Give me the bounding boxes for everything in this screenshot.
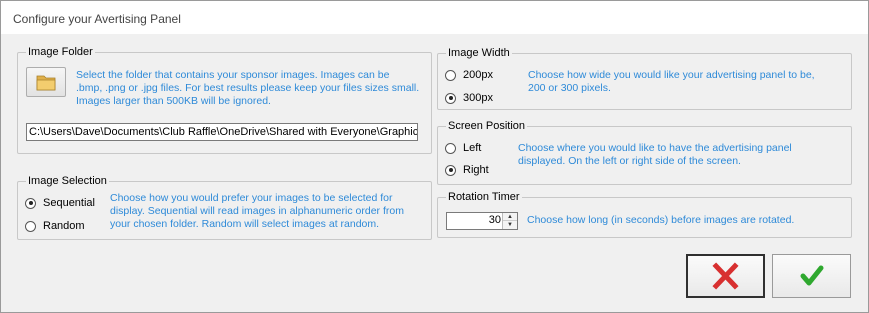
folder-icon bbox=[36, 75, 56, 91]
radio-indicator bbox=[445, 69, 456, 81]
cancel-button[interactable] bbox=[686, 254, 765, 298]
radio-label: Sequential bbox=[43, 197, 95, 209]
browse-folder-button[interactable] bbox=[26, 67, 66, 97]
image-width-group: Image Width 200px 300px Choose how wide … bbox=[437, 47, 852, 110]
radio-label: Left bbox=[463, 142, 482, 154]
window-title: Configure your Avertising Panel bbox=[13, 12, 181, 26]
radio-indicator bbox=[445, 164, 456, 176]
confirm-button[interactable] bbox=[772, 254, 851, 298]
image-folder-description: Select the folder that contains your spo… bbox=[76, 69, 426, 108]
radio-label: 200px bbox=[463, 69, 493, 81]
spinner-arrows: ▲ ▼ bbox=[502, 213, 517, 229]
image-folder-desc-line: Select the folder that contains your spo… bbox=[76, 69, 390, 81]
configure-panel-dialog: Configure your Avertising Panel Image Fo… bbox=[0, 0, 869, 313]
radio-label: Random bbox=[43, 220, 85, 232]
radio-300px[interactable]: 300px bbox=[445, 90, 493, 106]
radio-indicator bbox=[445, 92, 456, 104]
radio-sequential[interactable]: Sequential bbox=[25, 195, 95, 211]
rotation-timer-spinner[interactable]: 30 ▲ ▼ bbox=[446, 212, 518, 230]
image-selection-legend: Image Selection bbox=[26, 175, 109, 188]
screen-position-description: Choose where you would like to have the … bbox=[518, 142, 846, 168]
spin-up-icon[interactable]: ▲ bbox=[503, 213, 517, 221]
image-width-description: Choose how wide you would like your adve… bbox=[528, 69, 846, 95]
image-width-desc-line: 200 or 300 pixels. bbox=[528, 82, 611, 94]
image-selection-desc-line: your chosen folder. Random will select i… bbox=[110, 218, 380, 230]
radio-label: 300px bbox=[463, 92, 493, 104]
radio-indicator bbox=[25, 220, 36, 232]
rotation-timer-value[interactable]: 30 bbox=[489, 214, 501, 226]
image-width-legend: Image Width bbox=[446, 47, 512, 60]
rotation-timer-legend: Rotation Timer bbox=[446, 191, 522, 204]
screen-position-legend: Screen Position bbox=[446, 120, 528, 133]
screen-position-group: Screen Position Left Right Choose where … bbox=[437, 120, 852, 185]
image-width-desc-line: Choose how wide you would like your adve… bbox=[528, 69, 815, 81]
title-bar: Configure your Avertising Panel bbox=[1, 1, 868, 34]
red-x-icon bbox=[712, 262, 739, 290]
image-folder-desc-line: Images larger than 500KB will be ignored… bbox=[76, 95, 271, 107]
image-folder-desc-line: .bmp, .png or .jpg files. For best resul… bbox=[76, 82, 420, 94]
radio-random[interactable]: Random bbox=[25, 218, 85, 234]
screen-position-desc-line: Choose where you would like to have the … bbox=[518, 142, 792, 154]
rotation-timer-description: Choose how long (in seconds) before imag… bbox=[527, 214, 795, 226]
radio-right[interactable]: Right bbox=[445, 162, 489, 178]
radio-indicator bbox=[25, 197, 36, 209]
folder-path-input[interactable]: C:\Users\Dave\Documents\Club Raffle\OneD… bbox=[26, 123, 418, 141]
image-selection-desc-line: display. Sequential will read images in … bbox=[110, 205, 404, 217]
image-selection-description: Choose how you would prefer your images … bbox=[110, 192, 426, 231]
image-folder-legend: Image Folder bbox=[26, 46, 95, 59]
screen-position-desc-line: displayed. On the left or right side of … bbox=[518, 155, 741, 167]
radio-label: Right bbox=[463, 164, 489, 176]
image-folder-group: Image Folder Select the folder that cont… bbox=[17, 46, 432, 154]
image-selection-group: Image Selection Sequential Random Choose… bbox=[17, 175, 432, 240]
radio-indicator bbox=[445, 142, 456, 154]
radio-left[interactable]: Left bbox=[445, 140, 481, 156]
image-selection-desc-line: Choose how you would prefer your images … bbox=[110, 192, 393, 204]
spin-down-icon[interactable]: ▼ bbox=[503, 221, 517, 229]
radio-200px[interactable]: 200px bbox=[445, 67, 493, 83]
green-checkmark-icon bbox=[800, 265, 824, 286]
rotation-timer-group: Rotation Timer 30 ▲ ▼ Choose how long (i… bbox=[437, 191, 852, 238]
